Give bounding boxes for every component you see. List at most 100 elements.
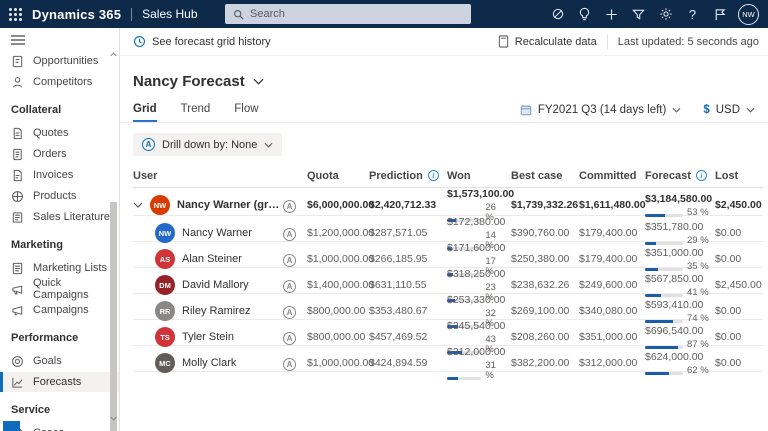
info-icon[interactable]: i [428, 170, 439, 181]
tab-flow[interactable]: Flow [234, 103, 258, 122]
quota-value: $1,400,000.00 [307, 279, 369, 291]
copilot-icon[interactable] [544, 0, 571, 28]
user-avatar[interactable]: NW [738, 4, 759, 25]
table-row[interactable]: TS Tyler Stein A $800,000.00 $457,469.52… [133, 320, 763, 346]
opportunities-icon [11, 55, 24, 68]
adjust-icon[interactable]: A [283, 306, 296, 319]
sidebar-item-sales-literature[interactable]: Sales Literature [0, 207, 119, 227]
best-case-value: $382,200.00 [511, 357, 579, 369]
committed-value: $179,400.00 [579, 227, 645, 239]
sidebar-item-quick-campaigns[interactable]: Quick Campaigns [0, 279, 119, 299]
progress-fill [645, 214, 665, 217]
campaigns-icon [11, 304, 24, 317]
progress-fill [645, 346, 678, 349]
adjust-icon[interactable]: A [283, 254, 296, 267]
area-title[interactable]: Sales Hub [142, 7, 197, 21]
forecast-cell: $593,410.00 74 % [645, 299, 715, 324]
app-title[interactable]: Dynamics 365 [32, 7, 121, 22]
sidebar-item-label: Sales Literature [33, 211, 110, 223]
prediction-value: $424,894.59 [369, 357, 447, 369]
search-icon [233, 9, 244, 20]
tab-grid[interactable]: Grid [133, 103, 157, 122]
filter-icon[interactable] [625, 0, 652, 28]
help-icon[interactable]: ? [679, 0, 706, 28]
period-selector[interactable]: FY2021 Q3 (14 days left) [520, 104, 681, 116]
sidebar-item-forecasts[interactable]: Forecasts [0, 372, 119, 392]
search-input[interactable]: Search [225, 4, 471, 24]
lightbulb-icon[interactable] [571, 0, 598, 28]
page-title[interactable]: Nancy Forecast [133, 73, 245, 90]
avatar: RR [155, 301, 175, 321]
forecast-history-button[interactable]: See forecast grid history [133, 35, 271, 48]
add-icon[interactable] [598, 0, 625, 28]
adjust-icon[interactable]: A [283, 200, 296, 213]
info-icon[interactable]: i [696, 170, 707, 181]
settings-icon[interactable] [652, 0, 679, 28]
user-name: Riley Ramirez [182, 305, 250, 317]
tab-trend[interactable]: Trend [181, 103, 211, 122]
adjust-icon[interactable]: A [283, 228, 296, 241]
sidebar-item-goals[interactable]: Goals [0, 351, 119, 371]
drilldown-label: Drill down by: None [162, 139, 257, 151]
feedback-icon[interactable] [706, 0, 733, 28]
sidebar-item-invoices[interactable]: Invoices [0, 165, 119, 185]
user-name: Molly Clark [182, 357, 236, 369]
scroll-up-icon[interactable] [109, 50, 118, 59]
adjust-icon[interactable]: A [283, 332, 296, 345]
drilldown-icon: A [142, 138, 155, 151]
table-row[interactable]: AS Alan Steiner A $1,000,000.00 $266,185… [133, 242, 763, 268]
title-chevron-icon[interactable] [253, 78, 264, 85]
won-cell: $312,000.00 31 % [447, 346, 511, 380]
products-icon [11, 190, 24, 203]
table-row[interactable]: DM David Mallory A $1,400,000.00 $631,11… [133, 268, 763, 294]
user-name: Nancy Warner (gro... [177, 199, 283, 211]
best-case-value: $269,100.00 [511, 305, 579, 317]
sidebar-scrollbar[interactable] [109, 50, 118, 429]
history-clock-icon [133, 35, 146, 48]
user-name: David Mallory [182, 279, 249, 291]
sidebar-item-opportunities[interactable]: Opportunities [0, 51, 119, 71]
invoices-icon [11, 169, 24, 182]
scroll-down-icon[interactable] [109, 414, 118, 423]
sidebar-item-competitors[interactable]: Competitors [0, 72, 119, 92]
adjust-icon[interactable]: A [283, 280, 296, 293]
currency-selector[interactable]: $ USD [703, 104, 755, 116]
sidebar-item-products[interactable]: Products [0, 186, 119, 206]
calculator-icon [498, 35, 509, 48]
progress-fill [645, 268, 658, 271]
committed-value: $312,000.00 [579, 357, 645, 369]
avatar: MC [155, 353, 175, 373]
sidebar-item-quotes[interactable]: Quotes [0, 123, 119, 143]
sales-literature-icon [11, 211, 24, 224]
marketing-lists-icon [11, 262, 24, 275]
topbar-divider [131, 8, 132, 21]
committed-value: $179,400.00 [579, 253, 645, 265]
sidebar-item-orders[interactable]: Orders [0, 144, 119, 164]
table-row[interactable]: NW Nancy Warner A $1,200,000.00 $287,571… [133, 216, 763, 242]
forecast-cell: $624,000.00 62 % [645, 351, 715, 376]
area-switcher-button[interactable] [3, 421, 20, 431]
command-bar: See forecast grid history Recalculate da… [120, 28, 768, 56]
expand-chevron-icon[interactable] [133, 202, 143, 208]
drilldown-button[interactable]: A Drill down by: None [133, 133, 282, 156]
sidebar-section-performance: Performance [0, 321, 119, 351]
prediction-value: $2,420,712.33 [369, 199, 447, 211]
scrollbar-thumb[interactable] [110, 202, 117, 431]
sidebar-item-marketing-lists[interactable]: Marketing Lists [0, 258, 119, 278]
avatar: DM [155, 275, 175, 295]
table-row[interactable]: MC Molly Clark A $1,000,000.00 $424,894.… [133, 346, 763, 372]
adjust-icon[interactable]: A [283, 358, 296, 371]
recalculate-button[interactable]: Recalculate data [498, 35, 597, 48]
chevron-down-icon [672, 107, 681, 113]
sitemap-toggle-icon[interactable] [0, 28, 119, 51]
app-launcher-waffle-icon[interactable] [0, 0, 30, 28]
table-row[interactable]: RR Riley Ramirez A $800,000.00 $353,480.… [133, 294, 763, 320]
progress-fill [447, 377, 458, 380]
lost-value: $0.00 [715, 331, 763, 343]
sidebar-item-campaigns[interactable]: Campaigns [0, 300, 119, 320]
tab-bar: Grid Trend Flow FY2021 Q3 (14 days left)… [120, 99, 768, 123]
lost-value: $2,450.00 [715, 279, 763, 291]
progress-fill [645, 294, 661, 297]
table-row[interactable]: NW Nancy Warner (gro... A $6,000,000.00 … [133, 188, 763, 216]
avatar: NW [150, 195, 170, 215]
